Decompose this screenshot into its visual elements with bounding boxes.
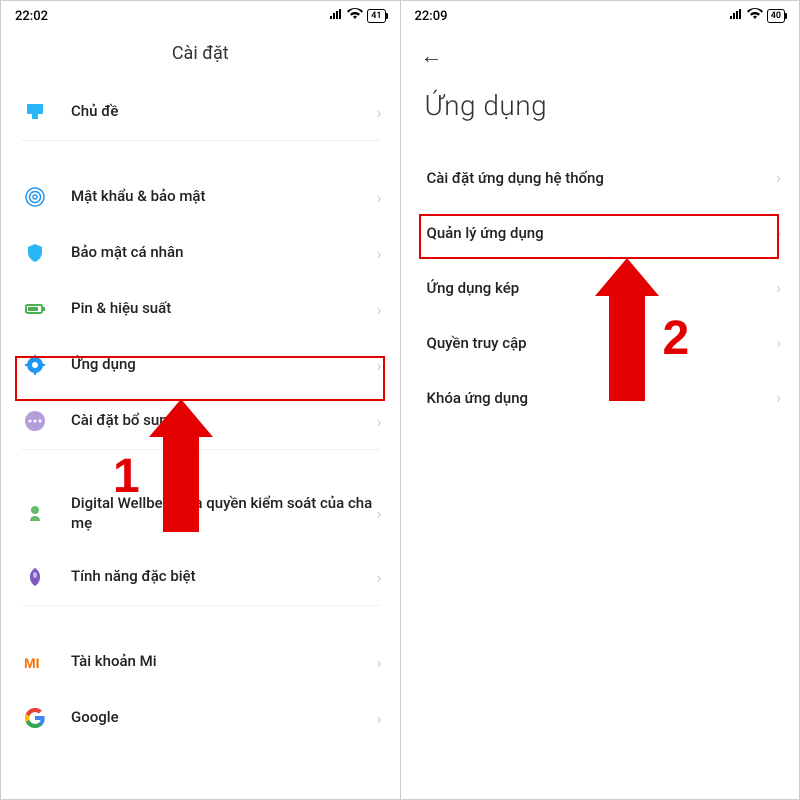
chevron-right-icon: › (377, 356, 382, 375)
chevron-right-icon: › (377, 653, 382, 672)
status-time: 22:02 (15, 9, 48, 24)
signal-icon (329, 8, 343, 24)
status-icons: 40 (729, 8, 785, 24)
wellbeing-icon (23, 502, 47, 526)
chevron-right-icon: › (377, 709, 382, 728)
chevron-right-icon: › (377, 412, 382, 431)
item-mi-account[interactable]: MI Tài khoản Mi › (1, 634, 400, 690)
settings-list: Chủ đề › Mật khẩu & bảo mật › Bảo mật cá… (1, 84, 400, 746)
chevron-right-icon: › (377, 188, 382, 207)
more-icon (23, 409, 47, 433)
item-system-app-settings[interactable]: Cài đặt ứng dụng hệ thống › (401, 150, 800, 205)
item-label: Pin & hiệu suất (71, 299, 377, 319)
item-label: Bảo mật cá nhân (71, 243, 377, 263)
svg-text:MI: MI (24, 655, 40, 671)
mi-icon: MI (23, 650, 47, 674)
item-label: Chủ đề (71, 102, 377, 122)
item-google[interactable]: Google › (1, 690, 400, 746)
item-label: Tài khoản Mi (71, 652, 377, 672)
item-manage-apps[interactable]: Quản lý ứng dụng › (401, 205, 800, 260)
page-title: Cài đặt (1, 29, 400, 84)
chevron-right-icon: › (776, 168, 781, 187)
wifi-icon (347, 8, 363, 24)
item-label: Mật khẩu & bảo mật (71, 187, 377, 207)
chevron-right-icon: › (377, 504, 382, 523)
chevron-right-icon: › (377, 568, 382, 587)
item-battery-perf[interactable]: Pin & hiệu suất › (1, 281, 400, 337)
item-label: Ứng dụng (71, 355, 377, 375)
chevron-right-icon: › (776, 333, 781, 352)
item-label: Cài đặt bổ sung (71, 411, 377, 431)
apps-list: Cài đặt ứng dụng hệ thống › Quản lý ứng … (401, 150, 800, 425)
chevron-right-icon: › (776, 278, 781, 297)
item-label: Google (71, 708, 377, 728)
shield-icon (23, 241, 47, 265)
item-additional-settings[interactable]: Cài đặt bổ sung › (1, 393, 400, 449)
status-icons: 41 (329, 8, 385, 24)
page-title: Ứng dụng (401, 69, 800, 150)
gear-icon (23, 353, 47, 377)
item-privacy[interactable]: Bảo mật cá nhân › (1, 225, 400, 281)
chevron-right-icon: › (377, 300, 382, 319)
battery-icon: 40 (767, 9, 785, 23)
theme-icon (23, 100, 47, 124)
item-app-lock[interactable]: Khóa ứng dụng › (401, 370, 800, 425)
special-icon (23, 565, 47, 589)
fingerprint-icon (23, 185, 47, 209)
item-dual-apps[interactable]: Ứng dụng kép › (401, 260, 800, 315)
item-permissions[interactable]: Quyền truy cập › (401, 315, 800, 370)
annotation-number-2: 2 (663, 311, 690, 366)
annotation-number-1: 1 (113, 449, 140, 504)
screen-settings: 22:02 41 Cài đặt Chủ đề › Mật khẩu & bảo… (1, 1, 400, 799)
item-label: Tính năng đặc biệt (71, 567, 377, 587)
status-bar: 22:09 40 (401, 1, 800, 29)
screen-apps: 22:09 40 ← Ứng dụng Cài đặt ứng dụng hệ … (401, 1, 800, 799)
item-apps[interactable]: Ứng dụng › (1, 337, 400, 393)
status-time: 22:09 (415, 9, 448, 24)
chevron-right-icon: › (377, 244, 382, 263)
battery-perf-icon (23, 297, 47, 321)
item-theme[interactable]: Chủ đề › (1, 84, 400, 140)
item-label: Khóa ứng dụng (427, 389, 777, 407)
chevron-right-icon: › (776, 223, 781, 242)
item-label: Cài đặt ứng dụng hệ thống (427, 169, 777, 187)
item-special-features[interactable]: Tính năng đặc biệt › (1, 549, 400, 605)
wifi-icon (747, 8, 763, 24)
battery-icon: 41 (367, 9, 385, 23)
google-icon (23, 706, 47, 730)
back-button[interactable]: ← (421, 43, 443, 69)
status-bar: 22:02 41 (1, 1, 400, 29)
item-label: Quyền truy cập (427, 334, 777, 352)
item-password-security[interactable]: Mật khẩu & bảo mật › (1, 169, 400, 225)
item-label: Ứng dụng kép (427, 279, 777, 297)
chevron-right-icon: › (377, 103, 382, 122)
chevron-right-icon: › (776, 388, 781, 407)
signal-icon (729, 8, 743, 24)
item-label: Quản lý ứng dụng (427, 224, 777, 242)
item-wellbeing[interactable]: Digital Wellbeing và quyền kiểm soát của… (1, 478, 400, 549)
